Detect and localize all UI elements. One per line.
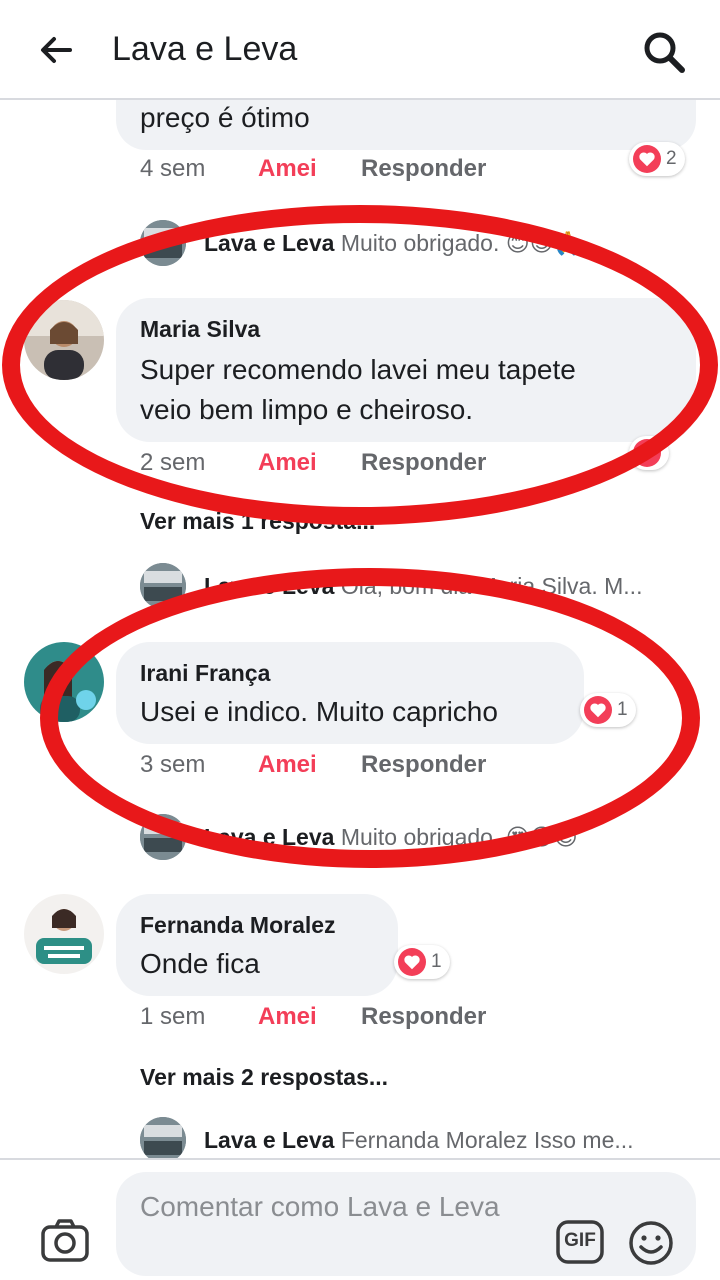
reply-author: Lava e Leva bbox=[204, 573, 335, 599]
reaction-count[interactable] bbox=[629, 436, 669, 470]
gif-label: GIF bbox=[564, 1230, 596, 1251]
comment-author[interactable]: Maria Silva bbox=[140, 316, 260, 343]
reaction-count[interactable]: 1 bbox=[394, 945, 450, 979]
comment-time: 2 sem bbox=[140, 449, 206, 476]
reply-action[interactable]: Responder bbox=[361, 751, 486, 779]
emoji-icon[interactable] bbox=[628, 1220, 674, 1266]
heart-icon bbox=[584, 696, 612, 724]
comment-time: 1 sem bbox=[140, 1003, 206, 1030]
love-action[interactable]: Amei bbox=[258, 1003, 317, 1031]
page-avatar[interactable] bbox=[140, 220, 186, 266]
reaction-number: 2 bbox=[666, 148, 677, 169]
comment-input[interactable]: Comentar como Lava e Leva bbox=[116, 1172, 696, 1276]
heart-icon bbox=[633, 145, 661, 173]
reply-text: Olá, bom dia Maria Silva. M... bbox=[340, 573, 643, 599]
reply-preview[interactable]: Lava e Leva Muito obrigado. 😊😍🙏... bbox=[204, 230, 602, 257]
page-title: Lava e Leva bbox=[112, 30, 298, 68]
reaction-number: 1 bbox=[431, 951, 442, 972]
reply-text: Fernanda Moralez Isso me... bbox=[340, 1127, 634, 1153]
comment-author[interactable]: Irani França bbox=[140, 660, 270, 687]
love-action[interactable]: Amei bbox=[258, 155, 317, 183]
reply-author: Lava e Leva bbox=[204, 1127, 335, 1153]
reply-preview[interactable]: Lava e Leva Muito obrigado. 😍😍😍 bbox=[204, 824, 578, 851]
heart-icon bbox=[633, 439, 661, 467]
avatar[interactable] bbox=[24, 300, 104, 380]
comment-author[interactable]: Fernanda Moralez bbox=[140, 912, 336, 939]
view-more-replies[interactable]: Ver mais 2 respostas... bbox=[140, 1064, 388, 1091]
reaction-count[interactable]: 1 bbox=[580, 693, 636, 727]
reply-text: Muito obrigado. 😊😍🙏... bbox=[340, 230, 602, 256]
reply-preview[interactable]: Lava e Leva Olá, bom dia Maria Silva. M.… bbox=[204, 573, 642, 600]
search-icon[interactable] bbox=[640, 28, 688, 76]
reply-author: Lava e Leva bbox=[204, 824, 335, 850]
comment-text: Usei e indico. Muito capricho bbox=[140, 696, 498, 727]
comment-text: veio bem limpo e cheiroso. bbox=[140, 394, 474, 425]
reaction-count[interactable]: 2 bbox=[629, 142, 685, 176]
view-more-replies[interactable]: Ver mais 1 resposta... bbox=[140, 508, 375, 535]
reply-text: Muito obrigado. 😍😍😍 bbox=[340, 824, 578, 850]
avatar[interactable] bbox=[24, 642, 104, 722]
page-avatar[interactable] bbox=[140, 563, 186, 609]
comment-composer-bar: Comentar como Lava e Leva bbox=[0, 1158, 720, 1280]
comment-input-placeholder: Comentar como Lava e Leva bbox=[140, 1191, 500, 1222]
comment-text: Super recomendo lavei meu tapete bbox=[140, 354, 576, 385]
comment-time: 3 sem bbox=[140, 751, 206, 778]
back-arrow-icon[interactable] bbox=[36, 30, 76, 70]
reply-author: Lava e Leva bbox=[204, 230, 335, 256]
love-action[interactable]: Amei bbox=[258, 449, 317, 477]
love-action[interactable]: Amei bbox=[258, 751, 317, 779]
avatar[interactable] bbox=[24, 894, 104, 974]
reply-preview[interactable]: Lava e Leva Fernanda Moralez Isso me... bbox=[204, 1127, 634, 1154]
comment-time: 4 sem bbox=[140, 155, 206, 182]
camera-icon[interactable] bbox=[40, 1218, 90, 1264]
page-avatar[interactable] bbox=[140, 1117, 186, 1163]
heart-icon bbox=[398, 948, 426, 976]
comment-text: Onde fica bbox=[140, 948, 260, 979]
gif-button[interactable]: GIF bbox=[556, 1220, 604, 1264]
reaction-number: 1 bbox=[617, 699, 628, 720]
reply-action[interactable]: Responder bbox=[361, 1003, 486, 1031]
reply-action[interactable]: Responder bbox=[361, 155, 486, 183]
page-avatar[interactable] bbox=[140, 814, 186, 860]
comment-text: preço é ótimo bbox=[140, 102, 310, 133]
top-app-bar: Lava e Leva bbox=[0, 0, 720, 100]
reply-action[interactable]: Responder bbox=[361, 449, 486, 477]
